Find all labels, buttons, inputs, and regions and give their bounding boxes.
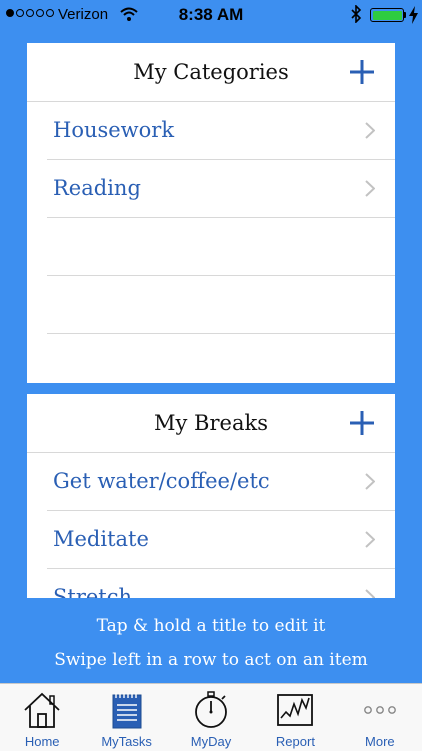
tab-myday[interactable]: MyDay	[169, 684, 253, 751]
chevron-right-icon	[365, 122, 375, 139]
chevron-right-icon	[365, 473, 375, 490]
more-icon	[363, 706, 396, 714]
notepad-icon	[112, 693, 142, 729]
tab-label: More	[365, 734, 395, 749]
charging-icon	[409, 6, 418, 24]
category-row-empty	[47, 276, 395, 334]
tab-mytasks[interactable]: MyTasks	[84, 684, 168, 751]
category-row-empty	[47, 218, 395, 276]
chart-icon	[277, 694, 314, 726]
break-label: Meditate	[53, 527, 149, 551]
tab-more[interactable]: More	[338, 684, 422, 751]
bluetooth-icon	[351, 5, 362, 23]
tab-label: Home	[24, 734, 60, 749]
breaks-card: My Breaks Get water/coffee/etc Meditate …	[27, 394, 395, 598]
add-category-button[interactable]	[347, 57, 377, 87]
categories-header: My Categories	[27, 43, 395, 102]
add-break-button[interactable]	[347, 408, 377, 438]
categories-title[interactable]: My Categories	[27, 43, 395, 101]
hint-swipe-row: Swipe left in a row to act on an item	[54, 650, 368, 670]
categories-card: My Categories Housework Reading	[27, 43, 395, 383]
status-bar: Verizon 8:38 AM	[0, 0, 422, 30]
stopwatch-icon	[195, 691, 227, 728]
breaks-title[interactable]: My Breaks	[27, 394, 395, 452]
tab-label: MyDay	[190, 734, 232, 749]
category-label: Housework	[53, 118, 175, 142]
category-row-housework[interactable]: Housework	[47, 102, 395, 160]
break-row-stretch[interactable]: Stretch	[47, 569, 395, 598]
breaks-header: My Breaks	[27, 394, 395, 453]
tab-label: Report	[275, 734, 315, 749]
category-label: Reading	[53, 176, 141, 200]
chevron-right-icon	[365, 180, 375, 197]
break-row-meditate[interactable]: Meditate	[47, 511, 395, 569]
tab-home[interactable]: Home	[0, 684, 84, 751]
chevron-right-icon	[365, 589, 375, 598]
chevron-right-icon	[365, 531, 375, 548]
hint-edit-title: Tap & hold a title to edit it	[96, 616, 326, 636]
break-label: Stretch	[53, 585, 133, 598]
break-label: Get water/coffee/etc	[53, 469, 270, 493]
category-row-reading[interactable]: Reading	[47, 160, 395, 218]
break-row-get-water[interactable]: Get water/coffee/etc	[47, 453, 395, 511]
tab-report[interactable]: Report	[253, 684, 337, 751]
tab-label: MyTasks	[101, 734, 152, 749]
tab-bar: Home MyTasks MyDay Report More	[0, 683, 422, 751]
battery-icon	[370, 8, 404, 22]
house-icon	[24, 692, 60, 728]
